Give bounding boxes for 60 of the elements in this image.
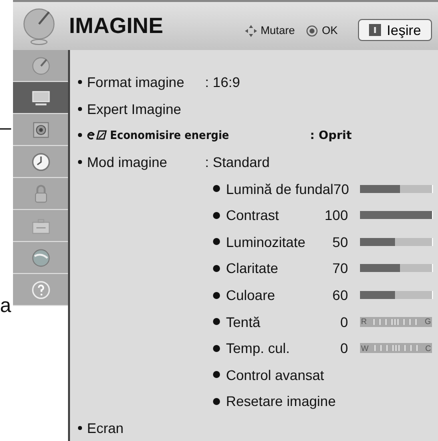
setting-label[interactable]: Format imagine [87,74,205,90]
sidebar-item[interactable] [13,114,68,146]
slider-label[interactable]: Culoare [226,287,276,304]
bullet-icon [78,160,82,164]
bullet-icon [213,212,220,219]
slider-value: 60 [332,287,348,304]
slider-value: 50 [332,234,348,250]
slider-track[interactable] [360,264,433,272]
menu-title: IMAGINE [69,13,164,39]
bullet-icon [78,426,82,430]
setting-label[interactable]: Mod imagine [87,154,205,170]
hint-label: OK [322,25,338,37]
slider-label[interactable]: Lumină de fundal [226,180,334,197]
setting-value: : 16:9 [205,74,240,90]
bullet-icon [213,398,220,405]
slider-track[interactable] [360,184,433,193]
bullet-icon [213,185,220,192]
slider-label[interactable]: Contrast [226,207,279,224]
slider-label[interactable]: Luminozitate [226,234,306,250]
bullet-icon [78,80,82,84]
bullet-icon [78,106,82,111]
menu-entry[interactable]: Control avansat [226,366,324,383]
slider-value: 0 [340,314,348,330]
slider-track[interactable] [360,291,433,300]
slider-label[interactable]: Temp. cul. [226,340,290,356]
bullet-icon [213,264,220,272]
menu-entry[interactable]: Expert Imagine [87,100,182,117]
sidebar-item[interactable] [13,146,68,178]
clock-icon [30,150,52,172]
bullet-icon [213,318,220,326]
bullet-icon [213,344,220,352]
slider-label[interactable]: Tentă [226,314,260,330]
sidebar-item[interactable] [13,210,68,242]
page-text-fragment: a [0,296,12,316]
help-icon [30,278,52,300]
sidebar-item[interactable] [13,82,68,114]
page-text-fragment: – [0,118,12,138]
menu-entry[interactable]: Ecran [87,420,124,436]
setting-value: : Standard [205,154,270,170]
menu-entry[interactable]: Resetare imagine [226,393,336,410]
hint-label: Mutare [260,25,295,37]
exit-button[interactable]: Ieşire [358,19,432,41]
arrows-icon [244,24,258,38]
slider-value: 0 [340,340,348,356]
bullet-icon [213,238,220,246]
sidebar-item[interactable] [13,50,68,82]
exit-door-icon [368,24,381,36]
sidebar-item[interactable] [13,242,68,274]
sidebar-item[interactable] [13,178,68,210]
setting-label[interactable]: Economisire energie [110,128,310,142]
slider-label[interactable]: Claritate [226,260,278,276]
bullet-icon [213,292,220,299]
bullet-icon [78,133,82,138]
slider-value: 100 [324,207,348,224]
ok-button-icon [304,24,319,38]
bullet-icon [213,371,220,378]
slider-track[interactable] [360,238,433,246]
slider-value: 70 [333,180,349,197]
slider-value: 70 [332,260,348,276]
setting-value: : Oprit [310,128,352,142]
